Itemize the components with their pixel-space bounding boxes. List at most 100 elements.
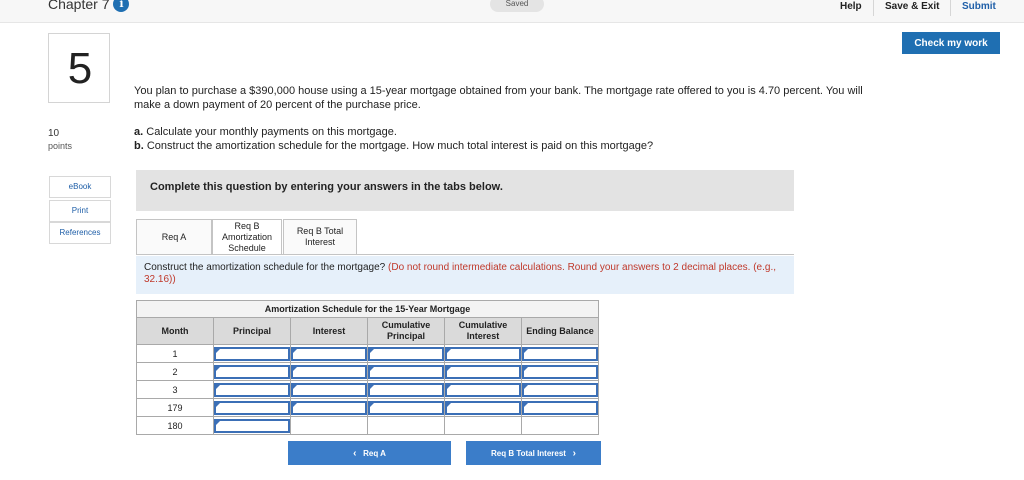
chapter-label: Chapter 7 — [48, 0, 110, 12]
interest-input[interactable] — [291, 382, 367, 397]
tab-req-b-amortization[interactable]: Req B Amortization Schedule — [212, 219, 282, 255]
interest-cell — [290, 344, 368, 363]
ending-balance-input[interactable] — [522, 364, 598, 379]
tab-req-a[interactable]: Req A — [136, 219, 212, 255]
cumulative-interest-input[interactable] — [445, 382, 521, 397]
principal-input[interactable] — [214, 346, 290, 361]
next-req-b-total-interest-button[interactable]: Req B Total Interest › — [466, 441, 601, 465]
interest-cell — [290, 362, 368, 381]
cumulative-interest-input[interactable] — [445, 346, 521, 361]
principal-input[interactable] — [214, 400, 290, 415]
instructions-banner: Complete this question by entering your … — [136, 170, 794, 211]
cumulative-principal-input[interactable] — [368, 364, 444, 379]
interest-input[interactable] — [291, 364, 367, 379]
interest-input[interactable] — [291, 346, 367, 361]
ending-balance-input[interactable] — [522, 382, 598, 397]
month-cell: 179 — [136, 398, 214, 417]
complete-instructions: Complete this question by entering your … — [150, 181, 503, 193]
sidebar-item-references[interactable]: References — [49, 222, 111, 244]
column-header: Month — [136, 317, 214, 345]
question-parts: a. Calculate your monthly payments on th… — [134, 125, 864, 153]
month-cell: 180 — [136, 416, 214, 435]
cumulative-interest-cell — [444, 362, 522, 381]
question-number: 5 — [67, 44, 93, 93]
check-my-work-button[interactable]: Check my work — [902, 32, 1000, 54]
column-header: Cumulative Principal — [367, 317, 445, 345]
saved-status-badge: Saved — [490, 0, 544, 12]
table-header-row: Month Principal Interest Cumulative Prin… — [136, 317, 599, 345]
part-a-text: Calculate your monthly payments on this … — [146, 126, 397, 138]
cumulative-principal-cell — [367, 416, 445, 435]
chevron-left-icon: ‹ — [353, 448, 357, 459]
points-label: points — [48, 141, 73, 151]
next-button-label: Req B Total Interest — [491, 449, 566, 458]
interest-cell — [290, 398, 368, 417]
table-row: 2 — [136, 362, 599, 381]
cumulative-interest-cell — [444, 416, 522, 435]
prev-button-label: Req A — [363, 449, 386, 458]
cumulative-principal-input[interactable] — [368, 346, 444, 361]
chevron-right-icon: › — [572, 448, 576, 459]
prev-req-a-button[interactable]: ‹ Req A — [288, 441, 451, 465]
principal-input[interactable] — [214, 364, 290, 379]
month-cell: 2 — [136, 362, 214, 381]
cumulative-interest-cell — [444, 380, 522, 399]
cumulative-principal-cell — [367, 398, 445, 417]
instruction-main: Construct the amortization schedule for … — [144, 262, 386, 273]
top-bar: Chapter 7 i Saved Help Save & Exit Submi… — [0, 0, 1024, 23]
column-header: Ending Balance — [521, 317, 599, 345]
principal-cell — [213, 380, 291, 399]
tab-instruction: Construct the amortization schedule for … — [136, 256, 794, 294]
column-header: Interest — [290, 317, 368, 345]
ending-balance-input[interactable] — [522, 400, 598, 415]
divider — [950, 0, 951, 16]
submit-link[interactable]: Submit — [962, 0, 996, 14]
month-cell: 3 — [136, 380, 214, 399]
cumulative-interest-input[interactable] — [445, 364, 521, 379]
info-icon[interactable]: i — [113, 0, 130, 12]
tab-label: Req B Total Interest — [296, 226, 344, 247]
tab-label: Req A — [161, 231, 187, 242]
ending-balance-cell — [521, 380, 599, 399]
points-value: 10 — [48, 128, 60, 139]
save-exit-link[interactable]: Save & Exit — [885, 0, 939, 14]
interest-cell — [290, 416, 368, 435]
part-b-label: b. — [134, 140, 144, 152]
tab-label: Req B Amortization Schedule — [221, 220, 273, 253]
part-a: a. Calculate your monthly payments on th… — [134, 125, 864, 139]
cumulative-interest-input[interactable] — [445, 400, 521, 415]
ending-balance-cell — [521, 398, 599, 417]
tab-req-b-total-interest[interactable]: Req B Total Interest — [283, 219, 357, 255]
part-a-label: a. — [134, 126, 144, 138]
principal-cell — [213, 362, 291, 381]
principal-cell — [213, 416, 291, 435]
table-row: 1 — [136, 344, 599, 363]
principal-cell — [213, 398, 291, 417]
cumulative-principal-cell — [367, 362, 445, 381]
sidebar-item-ebook[interactable]: eBook — [49, 176, 111, 198]
question-text: You plan to purchase a $390,000 house us… — [134, 85, 863, 111]
ending-balance-cell — [521, 416, 599, 435]
cumulative-principal-cell — [367, 344, 445, 363]
table-caption: Amortization Schedule for the 15-Year Mo… — [136, 300, 599, 318]
cumulative-principal-cell — [367, 380, 445, 399]
part-b-text: Construct the amortization schedule for … — [146, 140, 654, 152]
cumulative-interest-cell — [444, 398, 522, 417]
table-row: 179 — [136, 398, 599, 417]
interest-cell — [290, 380, 368, 399]
principal-input[interactable] — [214, 382, 290, 397]
part-b: b. Construct the amortization schedule f… — [134, 139, 864, 153]
cumulative-interest-cell — [444, 344, 522, 363]
interest-input[interactable] — [291, 400, 367, 415]
ending-balance-input[interactable] — [522, 346, 598, 361]
ending-balance-cell — [521, 344, 599, 363]
principal-input[interactable] — [214, 418, 290, 433]
cumulative-principal-input[interactable] — [368, 400, 444, 415]
chapter-title: Chapter 7 i — [48, 0, 130, 12]
column-header: Principal — [213, 317, 291, 345]
help-link[interactable]: Help — [840, 0, 862, 14]
table-row: 180 — [136, 416, 599, 435]
sidebar-item-print[interactable]: Print — [49, 200, 111, 222]
cumulative-principal-input[interactable] — [368, 382, 444, 397]
amortization-table: Amortization Schedule for the 15-Year Mo… — [136, 300, 599, 435]
